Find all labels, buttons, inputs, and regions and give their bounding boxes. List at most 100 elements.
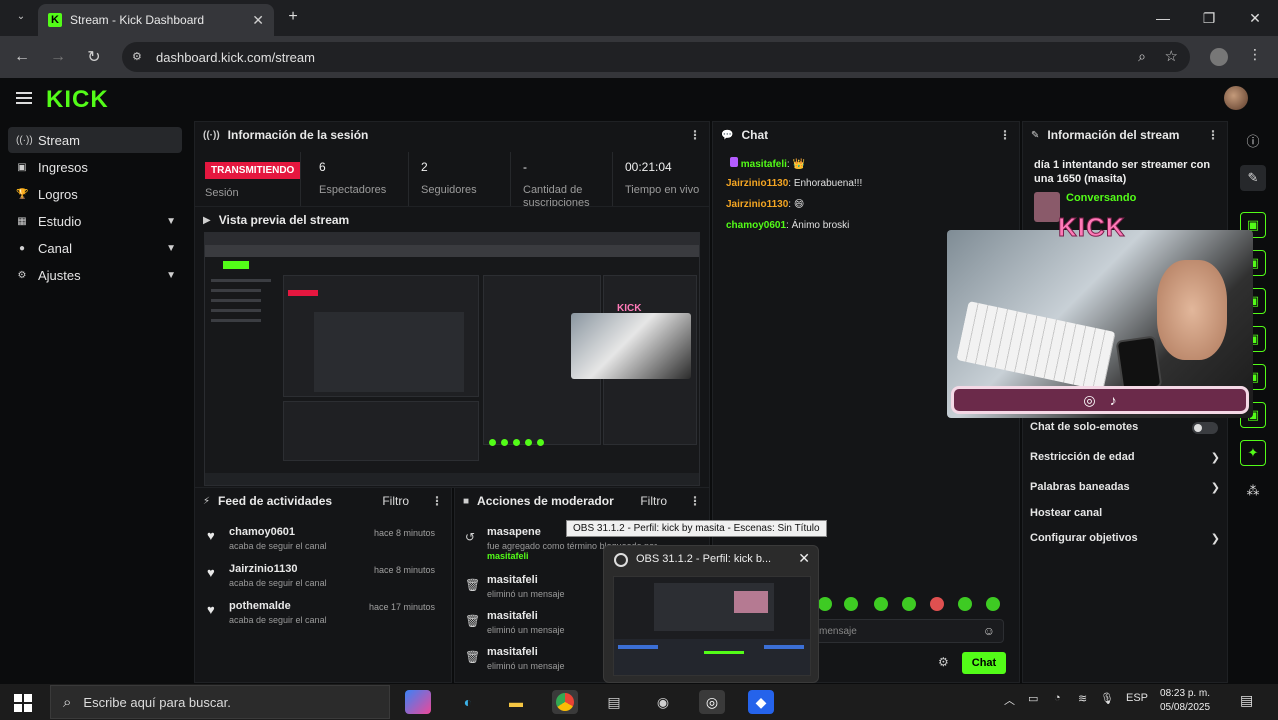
- stat-followers: 2 Seguidores: [411, 152, 511, 206]
- instagram-icon: ◎: [1083, 391, 1096, 408]
- sidebar-item-ajustes[interactable]: ⚙ Ajustes ▼: [8, 262, 182, 288]
- emote-icon[interactable]: [844, 597, 858, 611]
- chat-user[interactable]: chamoy0601: [726, 220, 786, 231]
- sidebar-item-estudio[interactable]: ▦ Estudio ▼: [8, 208, 182, 234]
- app-icon[interactable]: ◉: [650, 690, 676, 714]
- shield-icon: ■: [463, 495, 470, 507]
- obs-app-icon[interactable]: ◎: [699, 690, 725, 714]
- chat-user[interactable]: masitafeli: [741, 159, 787, 170]
- app-icon[interactable]: ▤: [601, 690, 627, 714]
- feed-user[interactable]: chamoy0601: [229, 526, 295, 538]
- close-icon[interactable]: ✕: [798, 550, 810, 567]
- address-bar[interactable]: ⚙ dashboard.kick.com/stream ⌕ ☆: [122, 42, 1190, 72]
- setting-age-restriction[interactable]: Restricción de edad ❯: [1030, 451, 1220, 464]
- tray-network-icon[interactable]: ◔: [1054, 692, 1061, 704]
- chrome-icon[interactable]: [552, 690, 578, 714]
- feed-sub: acaba de seguir el canal: [229, 541, 327, 551]
- chat-user[interactable]: Jairzinio1130: [726, 199, 788, 210]
- reload-button[interactable]: ↻: [82, 46, 106, 68]
- emote-icon[interactable]: [930, 597, 944, 611]
- share-icon[interactable]: ⁂: [1240, 478, 1266, 504]
- mod-user[interactable]: masitafeli: [487, 610, 538, 622]
- emote-icon[interactable]: [986, 597, 1000, 611]
- sidebar-item-logros[interactable]: 🏆 Logros: [8, 181, 182, 207]
- chat-input[interactable]: mensaje ☺: [808, 619, 1004, 643]
- file-explorer-icon[interactable]: ▬: [503, 690, 529, 714]
- setting-host-channel[interactable]: Hostear canal: [1030, 507, 1220, 519]
- microphone-icon[interactable]: 🎙: [1100, 692, 1114, 705]
- site-info-icon[interactable]: ⚙: [132, 50, 142, 63]
- setting-banned-words[interactable]: Palabras baneadas ❯: [1030, 481, 1220, 494]
- chevron-down-icon: ▼: [166, 269, 176, 281]
- minimize-button[interactable]: —: [1140, 0, 1186, 36]
- chat-settings-icon[interactable]: ⚙: [938, 655, 949, 669]
- category-label[interactable]: Conversando: [1066, 192, 1136, 204]
- activity-icon: ⚡: [203, 495, 211, 507]
- panel-title: Vista previa del stream: [218, 213, 350, 227]
- maximize-button[interactable]: ❐: [1186, 0, 1232, 36]
- app-icon[interactable]: ◆: [748, 690, 774, 714]
- sidebar-item-canal[interactable]: ● Canal ▼: [8, 235, 182, 261]
- chat-message: chamoy0601: Ánimo broski: [726, 220, 850, 231]
- emote-dot: [489, 439, 496, 446]
- emote-icon[interactable]: [874, 597, 888, 611]
- emote-icon[interactable]: [958, 597, 972, 611]
- tab-search-button[interactable]: ⌄: [12, 8, 30, 26]
- tray-app-icon[interactable]: ▭: [1028, 692, 1038, 705]
- more-options-icon[interactable]: ⋮: [1207, 128, 1219, 142]
- browser-tab[interactable]: K Stream - Kick Dashboard ✕: [38, 4, 274, 36]
- zoom-icon[interactable]: ⌕: [1138, 48, 1146, 65]
- chat-send-button[interactable]: Chat: [962, 652, 1006, 674]
- edit-icon[interactable]: ✎: [1240, 165, 1266, 191]
- chat-user[interactable]: Jairzinio1130: [726, 178, 788, 189]
- new-tab-button[interactable]: +: [284, 8, 302, 26]
- mod-user[interactable]: masitafeli: [487, 646, 538, 658]
- wrench-icon[interactable]: ✦: [1240, 440, 1266, 466]
- emote-only-toggle[interactable]: [1192, 422, 1218, 434]
- notifications-icon[interactable]: ▤: [1240, 692, 1253, 709]
- more-options-icon[interactable]: ⋮: [689, 494, 701, 508]
- mod-user[interactable]: masapene: [487, 526, 541, 538]
- forward-button[interactable]: →: [46, 46, 70, 68]
- stream-preview-video[interactable]: KICK: [204, 232, 700, 486]
- hamburger-menu-icon[interactable]: [16, 92, 32, 104]
- bookmark-star-icon[interactable]: ☆: [1165, 47, 1178, 65]
- chat-message: Jairzinio1130: Enhorabuena!!!: [726, 178, 863, 189]
- tab-title: Stream - Kick Dashboard: [70, 13, 205, 27]
- obs-taskbar-preview[interactable]: OBS 31.1.2 - Perfil: kick b... ✕: [603, 545, 819, 683]
- emoji-icon[interactable]: ☺: [983, 624, 995, 638]
- profile-icon[interactable]: [1210, 48, 1228, 66]
- more-options-icon[interactable]: ⋮: [431, 494, 443, 508]
- feed-user[interactable]: pothemalde: [229, 600, 291, 612]
- more-options-icon[interactable]: ⋮: [689, 128, 701, 142]
- feed-user[interactable]: Jairzinio1130: [229, 563, 298, 575]
- back-button[interactable]: ←: [10, 46, 34, 68]
- taskbar-clock[interactable]: 08:23 p. m. 05/08/2025: [1160, 687, 1210, 715]
- mod-user[interactable]: masitafeli: [487, 574, 538, 586]
- user-avatar[interactable]: [1224, 86, 1248, 110]
- filter-button[interactable]: Filtro: [382, 494, 409, 508]
- tray-chevron-icon[interactable]: ︿: [1004, 692, 1015, 708]
- filter-button[interactable]: Filtro: [640, 494, 667, 508]
- browser-menu-icon[interactable]: ⋮: [1248, 46, 1262, 63]
- more-options-icon[interactable]: ⋮: [999, 128, 1011, 142]
- sidebar-item-stream[interactable]: ((·)) Stream: [8, 127, 182, 153]
- taskbar-search[interactable]: ⌕ Escribe aquí para buscar.: [50, 685, 390, 719]
- sidebar-item-ingresos[interactable]: ▣ Ingresos: [8, 154, 182, 180]
- panel-title: Acciones de moderador: [477, 494, 614, 508]
- edge-icon[interactable]: ◐: [455, 690, 481, 714]
- undo-icon[interactable]: ↺: [465, 530, 475, 544]
- windows-start-icon[interactable]: [14, 694, 32, 712]
- info-icon[interactable]: ⓘ: [1240, 127, 1266, 153]
- emote-icon[interactable]: [902, 597, 916, 611]
- emote-icon[interactable]: [818, 597, 832, 611]
- wifi-icon[interactable]: ≋: [1078, 692, 1087, 705]
- emote-dot: [513, 439, 520, 446]
- kick-logo[interactable]: KICK: [46, 86, 109, 114]
- setting-goals[interactable]: Configurar objetivos ❯: [1030, 532, 1220, 545]
- copilot-icon[interactable]: [405, 690, 431, 714]
- sidebar-item-label: Ajustes: [38, 267, 81, 283]
- close-tab-icon[interactable]: ✕: [252, 12, 264, 29]
- language-indicator[interactable]: ESP: [1126, 692, 1148, 704]
- close-window-button[interactable]: ✕: [1232, 0, 1278, 36]
